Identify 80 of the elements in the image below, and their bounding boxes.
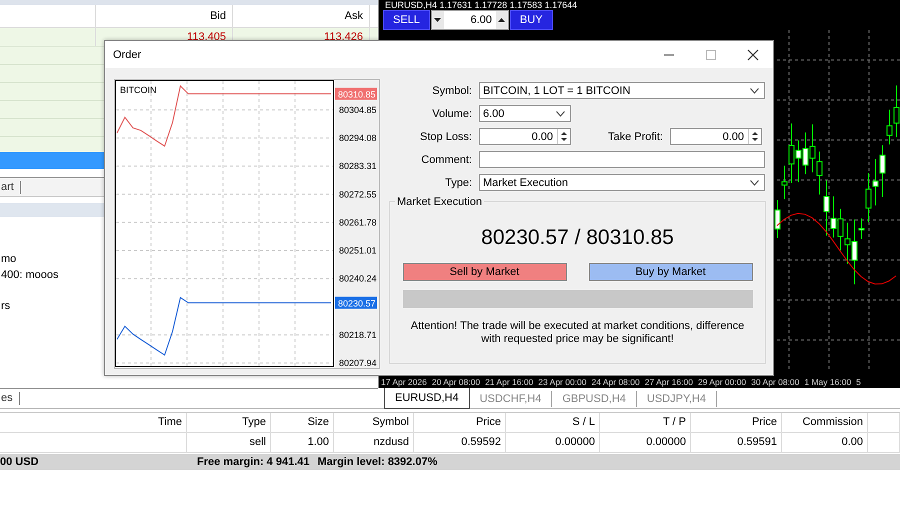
volume-spinner[interactable]: 6.00 [430,10,509,30]
field-label: Symbol: [431,84,473,96]
caret-icon [556,110,565,116]
column-header: S / L [506,413,600,432]
table-cell: 0.00000 [600,433,691,452]
price-quote: 80230.57 / 80310.85 [481,226,674,250]
axis-tick-label: 80294.08 [339,133,377,144]
sell-button[interactable]: SELL [383,10,430,30]
time-axis-label: 29 Apr 00:00 [698,377,746,388]
up-arrow-icon[interactable] [498,18,506,22]
column-header: Bid [96,5,233,27]
axis-tick-label: 80283.31 [339,161,377,172]
close-icon[interactable] [747,48,759,60]
column-header: Time [0,413,187,432]
field-label: Type: [444,176,473,188]
table-cell: sell [187,433,271,452]
status-text: 00 USD [0,456,40,468]
sell-by-market-button[interactable]: Sell by Market [402,263,566,281]
chart-tab[interactable]: USDCHF,H4 [470,391,552,407]
symbol-dropdown[interactable]: BITCOIN, 1 LOT = 1 BITCOIN [479,82,765,99]
price-tag: 80230.57 [335,296,377,309]
comment-field[interactable] [479,151,765,168]
warning-text: Attention! The trade will be executed at market conditions, difference with requested price may be significant! [410,320,746,346]
field-label: Take Profit: [606,130,664,142]
column-header: Symbol [334,413,414,432]
chart-tab[interactable]: EURUSD,H4 [384,388,470,409]
time-axis-label: 24 Apr 08:00 [592,377,640,388]
axis-tick-label: 80240.24 [339,274,377,284]
axis-tick-label: 80207.94 [339,358,377,368]
field-label: Stop Loss: [419,130,473,142]
table-cell: nzdusd [334,433,414,452]
type-dropdown[interactable]: Market Execution [479,174,765,191]
spinner-arrows-icon[interactable] [748,129,761,144]
time-axis-label: 30 Apr 08:00 [751,377,800,388]
table-cell: 0.00000 [506,433,600,452]
field-label: Volume: [431,108,473,120]
tab[interactable]: es [0,392,20,405]
chart-tab[interactable]: GBPUSD,H4 [552,391,637,407]
column-header: Price [691,413,782,432]
take-profit-field[interactable]: 0.00 [670,128,762,145]
volume-dropdown[interactable]: 6.00 [479,105,571,122]
time-axis-label: 21 Apr 16:00 [485,377,534,388]
buy-by-market-button[interactable]: Buy by Market [588,263,752,281]
buy-button[interactable]: BUY [510,10,553,30]
axis-tick-label: 80218.71 [339,330,377,340]
dialog-title: Order [113,48,142,60]
table-cell: 0.59592 [414,433,506,452]
time-axis-label: 5 [856,377,861,388]
column-header: Type [187,413,271,432]
chart-tab[interactable]: USDJPY,H4 [636,391,717,407]
chart-symbol-label: BITCOIN [120,85,157,95]
chart-title: EURUSD,H4 1.17631 1.17728 1.17583 1.17644 [384,0,578,10]
time-axis-label: 23 Apr 00:00 [538,377,587,388]
axis-tick-label: 80251.01 [339,246,377,256]
group-title: Market Execution [395,196,484,208]
column-header: Ask [233,5,370,27]
table-cell: 1.00 [271,433,334,452]
time-axis-label: 20 Apr 08:00 [432,377,480,388]
field-label: Comment: [420,154,473,166]
caret-icon [750,88,759,94]
down-arrow-icon[interactable] [434,18,442,22]
table-cell: 0.00 [782,433,868,452]
stop-loss-field[interactable]: 0.00 [479,128,571,145]
column-header: Commission [782,413,868,432]
time-axis-label: 27 Apr 16:00 [644,377,693,388]
column-header: Size [271,413,334,432]
status-text: Free margin: 4 941.41 [197,456,310,468]
time-axis-label: 1 May 16:00 [804,377,852,388]
table-cell: 0.59591 [691,433,782,452]
status-text: Margin level: 8392.07% [318,456,438,468]
column-header: T / P [600,413,691,432]
column-header: Price [414,413,506,432]
caret-icon [750,180,759,186]
time-axis-label: 17 Apr 2026 [381,377,427,388]
axis-tick-label: 80304.85 [339,104,377,115]
axis-tick-label: 80272.55 [339,189,377,200]
axis-tick-label: 80261.78 [339,217,377,228]
price-tag: 80310.85 [335,88,377,100]
spinner-arrows-icon[interactable] [557,129,570,144]
tab[interactable]: art [0,180,21,194]
